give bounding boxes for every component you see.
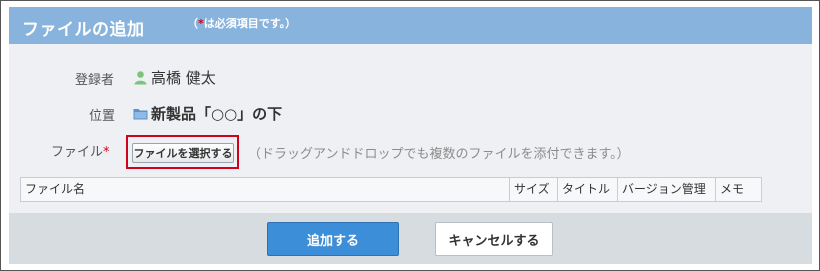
column-header-title: タイトル: [558, 178, 618, 201]
page-title: ファイルの追加: [22, 20, 145, 40]
add-file-panel: ファイルの追加 （*は必須項目です。） 登録者 高橋 健太 位置 新製品「○○」…: [9, 7, 812, 264]
file-required-mark: *: [103, 145, 110, 160]
registrant-name: 高橋 健太: [151, 69, 216, 87]
choose-file-button[interactable]: ファイルを選択する: [132, 143, 234, 163]
dialog-frame: ファイルの追加 （*は必須項目です。） 登録者 高橋 健太 位置 新製品「○○」…: [0, 0, 820, 271]
folder-icon: [133, 109, 148, 120]
column-header-size: サイズ: [510, 178, 558, 201]
column-header-memo: メモ: [716, 178, 761, 201]
user-icon: [134, 71, 147, 85]
panel-header: ファイルの追加 （*は必須項目です。）: [9, 7, 812, 44]
column-header-filename: ファイル名: [21, 178, 510, 201]
column-header-version: バージョン管理: [618, 178, 716, 201]
registrant-value: 高橋 健太: [133, 67, 216, 88]
add-button[interactable]: 追加する: [267, 222, 399, 256]
file-table: ファイル名 サイズ タイトル バージョン管理 メモ: [20, 177, 762, 202]
location-link[interactable]: 新製品「○○」の下: [151, 103, 282, 124]
required-note-suffix: は必須項目です。）: [203, 17, 297, 30]
drag-drop-hint: （ドラッグアンドドロップでも複数のファイルを添付できます。）: [248, 147, 630, 162]
registrant-label: 登録者: [75, 73, 115, 88]
file-label: ファイル*: [51, 141, 110, 160]
required-note: （*は必須項目です。）: [187, 15, 296, 31]
file-label-text: ファイル: [51, 145, 104, 160]
cancel-button[interactable]: キャンセルする: [435, 222, 553, 256]
location-label: 位置: [89, 109, 116, 124]
footer-bar: 追加する キャンセルする: [9, 213, 812, 264]
required-note-prefix: （: [187, 17, 198, 30]
location-value: 新製品「○○」の下: [133, 103, 282, 124]
